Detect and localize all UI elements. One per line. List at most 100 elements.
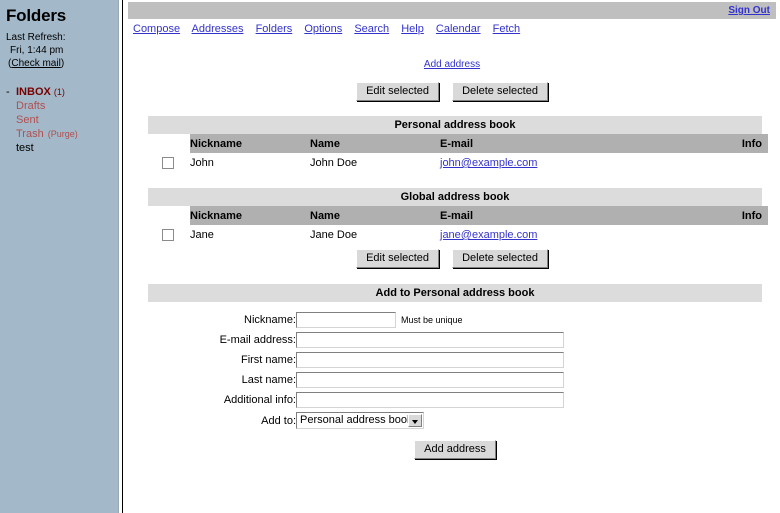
- field-last-name-cell: [296, 370, 564, 390]
- row-select-cell: [148, 153, 190, 173]
- check-mail-line: (Check mail): [8, 57, 118, 70]
- nav-link-compose[interactable]: Compose: [133, 23, 180, 35]
- add-form-table: Nickname: Must be unique E-mail address:…: [148, 310, 564, 431]
- add-address-form: Add to Personal address book Nickname: M…: [124, 284, 780, 459]
- check-mail-label: Check mail: [11, 58, 61, 69]
- nav-link-calendar[interactable]: Calendar: [436, 23, 481, 35]
- folder-item-drafts: Drafts: [6, 99, 118, 113]
- folder-link-drafts[interactable]: Drafts: [16, 100, 45, 112]
- label-first-name: First name:: [240, 354, 296, 366]
- label-additional-info: Additional info:: [223, 394, 296, 406]
- field-email-cell: [296, 330, 564, 350]
- personal-book-title: Personal address book: [148, 116, 762, 134]
- label-nickname: Nickname:: [244, 314, 296, 326]
- folders-title: Folders: [6, 6, 67, 25]
- check-mail-link[interactable]: (Check mail): [8, 58, 64, 69]
- row-select-cell: [148, 225, 190, 245]
- row-nickname: Jane: [190, 225, 310, 245]
- email-input[interactable]: [296, 332, 564, 348]
- personal-address-book: Personal address book Nickname Name E-ma…: [124, 116, 780, 173]
- global-book-header: Nickname Name E-mail Info: [148, 206, 768, 225]
- first-name-input[interactable]: [296, 352, 564, 368]
- nav-bar: Compose Addresses Folders Options Search…: [133, 23, 773, 35]
- nav-link-options[interactable]: Options: [304, 23, 342, 35]
- row-email-link[interactable]: john@example.com: [440, 157, 537, 169]
- last-refresh-value: Fri, 1:44 pm: [10, 45, 64, 56]
- last-refresh-label: Last Refresh:: [6, 32, 66, 43]
- table-header-row: Nickname Name E-mail Info: [148, 206, 768, 225]
- nickname-hint: Must be unique: [401, 315, 463, 325]
- add-form-title: Add to Personal address book: [148, 284, 762, 302]
- label-email: E-mail address:: [219, 334, 296, 346]
- additional-info-input[interactable]: [296, 392, 564, 408]
- row-checkbox-john[interactable]: [162, 157, 174, 170]
- row-email-cell: john@example.com: [440, 153, 630, 173]
- global-address-book: Global address book Nickname Name E-mail…: [124, 188, 780, 268]
- squirrelmail-addresses-page: Folders Last Refresh: Fri, 1:44 pm (Chec…: [0, 0, 780, 513]
- form-row-additional-info: Additional info:: [148, 390, 564, 410]
- column-header-nickname: Nickname: [190, 206, 310, 225]
- row-email-link[interactable]: jane@example.com: [440, 229, 537, 241]
- row-info: [630, 153, 768, 173]
- column-header-email: E-mail: [440, 206, 630, 225]
- select-column-header: [148, 206, 190, 225]
- folder-link-test[interactable]: test: [16, 142, 34, 154]
- global-book-table: Nickname Name E-mail Info Jane Jane Doe …: [148, 206, 768, 245]
- folder-unread-count-inbox: (1): [53, 87, 65, 97]
- folder-link-inbox[interactable]: INBOX: [16, 86, 51, 98]
- chevron-down-icon[interactable]: [408, 414, 422, 427]
- select-column-header: [148, 134, 190, 153]
- field-additional-info-cell: [296, 390, 564, 410]
- nav-link-fetch[interactable]: Fetch: [493, 23, 521, 35]
- personal-book-table: Nickname Name E-mail Info John John Doe …: [148, 134, 768, 173]
- column-header-nickname: Nickname: [190, 134, 310, 153]
- personal-book-header: Nickname Name E-mail Info: [148, 134, 768, 153]
- folder-purge-link[interactable]: (Purge): [48, 129, 78, 139]
- table-row: John John Doe john@example.com: [148, 153, 768, 173]
- nav-link-help[interactable]: Help: [401, 23, 424, 35]
- nav-link-addresses[interactable]: Addresses: [192, 23, 244, 35]
- folder-item-test: test: [6, 141, 118, 155]
- add-address-link[interactable]: Add address: [424, 59, 480, 70]
- delete-selected-button-top[interactable]: Delete selected: [452, 82, 548, 101]
- column-header-email: E-mail: [440, 134, 630, 153]
- field-nickname-cell: Must be unique: [296, 310, 564, 330]
- sidebar-divider: [120, 0, 123, 513]
- nav-link-search[interactable]: Search: [354, 23, 389, 35]
- folder-link-sent[interactable]: Sent: [16, 114, 39, 126]
- add-to-selected-value: Personal address book: [300, 414, 413, 426]
- nickname-input[interactable]: [296, 312, 396, 328]
- field-first-name-cell: [296, 350, 564, 370]
- label-add-to: Add to:: [261, 414, 296, 427]
- add-address-link-row: Add address: [124, 59, 780, 70]
- personal-book-top-buttons: Edit selected Delete selected: [124, 82, 780, 101]
- edit-selected-button-top[interactable]: Edit selected: [356, 82, 440, 101]
- column-header-name: Name: [310, 206, 440, 225]
- add-address-button[interactable]: Add address: [414, 440, 496, 459]
- form-row-last-name: Last name:: [148, 370, 564, 390]
- global-book-buttons: Edit selected Delete selected: [124, 249, 780, 268]
- folder-expand-dash[interactable]: -: [6, 85, 16, 99]
- top-bar: Sign Out: [128, 2, 776, 19]
- delete-selected-button-global[interactable]: Delete selected: [452, 249, 548, 268]
- add-to-select[interactable]: Personal address book: [296, 412, 424, 429]
- content-area: Add address Edit selected Delete selecte…: [124, 44, 780, 459]
- column-header-name: Name: [310, 134, 440, 153]
- form-row-first-name: First name:: [148, 350, 564, 370]
- form-row-nickname: Nickname: Must be unique: [148, 310, 564, 330]
- row-checkbox-jane[interactable]: [162, 229, 174, 242]
- check-mail-paren-close: ): [60, 58, 65, 69]
- last-name-input[interactable]: [296, 372, 564, 388]
- folder-item-inbox: - INBOX (1): [6, 85, 118, 99]
- sign-out-link[interactable]: Sign Out: [728, 5, 770, 16]
- form-row-add-to: Add to: Personal address book: [148, 410, 564, 431]
- row-nickname: John: [190, 153, 310, 173]
- nav-link-folders[interactable]: Folders: [256, 23, 293, 35]
- row-email-cell: jane@example.com: [440, 225, 630, 245]
- table-header-row: Nickname Name E-mail Info: [148, 134, 768, 153]
- global-book-title: Global address book: [148, 188, 762, 206]
- edit-selected-button-global[interactable]: Edit selected: [356, 249, 440, 268]
- folder-link-trash[interactable]: Trash: [16, 128, 44, 140]
- field-add-to-cell: Personal address book: [296, 410, 564, 431]
